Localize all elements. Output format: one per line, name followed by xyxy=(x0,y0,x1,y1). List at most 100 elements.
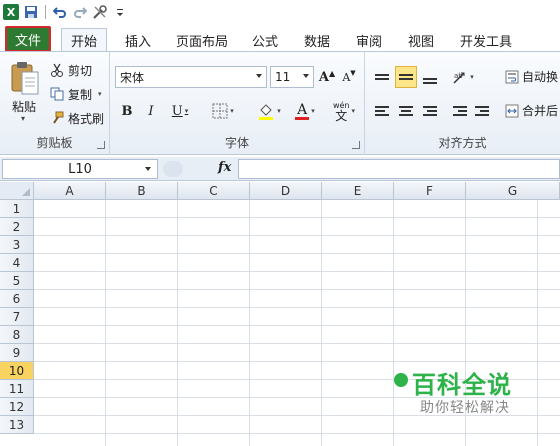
column-header[interactable]: E xyxy=(322,182,394,200)
row-header[interactable]: 3 xyxy=(0,236,34,254)
tab-formulas[interactable]: 公式 xyxy=(246,28,284,52)
paste-dropdown-icon[interactable]: ▾ xyxy=(21,114,25,123)
chevron-down-icon: ▾ xyxy=(351,107,356,115)
row-header[interactable]: 7 xyxy=(0,308,34,326)
clipboard-launcher-icon[interactable] xyxy=(97,141,105,149)
align-left-button[interactable] xyxy=(371,100,393,122)
grid-line xyxy=(34,253,560,254)
grid-line xyxy=(34,433,560,434)
text-orientation-icon: ab xyxy=(453,72,465,84)
tab-page-layout[interactable]: 页面布局 xyxy=(170,28,234,52)
font-color-swatch xyxy=(295,116,310,120)
undo-icon[interactable] xyxy=(52,4,68,20)
row-header[interactable]: 5 xyxy=(0,272,34,290)
copy-label: 复制 xyxy=(68,87,93,102)
column-header[interactable]: C xyxy=(178,182,250,200)
cut-label: 剪切 xyxy=(68,63,93,78)
grid-line xyxy=(34,271,560,272)
fill-color-button[interactable]: ▾ xyxy=(252,100,286,122)
copy-button[interactable]: 复制 ▾ xyxy=(50,84,102,104)
insert-function-button[interactable]: fx xyxy=(218,160,231,175)
font-size-select[interactable]: 11 xyxy=(270,66,314,88)
increase-indent-button[interactable] xyxy=(471,100,493,122)
row-header[interactable]: 9 xyxy=(0,344,34,362)
row-header[interactable]: 13 xyxy=(0,416,34,434)
column-header[interactable]: F xyxy=(394,182,466,200)
alignment-group: ab ▾ 自动换 合并后 对齐方式 xyxy=(365,52,560,155)
column-header[interactable]: A xyxy=(34,182,106,200)
watermark: 百科全说 助你轻松解决 xyxy=(392,355,552,423)
tab-data[interactable]: 数据 xyxy=(298,28,336,52)
grow-font-button[interactable]: A ▲ xyxy=(318,66,336,88)
ribbon-tabs: 文件 开始 插入 页面布局 公式 数据 审阅 视图 开发工具 xyxy=(0,24,560,52)
chevron-down-icon xyxy=(303,74,309,78)
grid-line xyxy=(34,217,560,218)
customize-icon[interactable] xyxy=(112,4,128,20)
font-name-select[interactable]: 宋体 xyxy=(115,66,267,88)
row-header[interactable]: 12 xyxy=(0,398,34,416)
redo-icon[interactable] xyxy=(72,4,88,20)
wrap-text-label: 自动换 xyxy=(522,70,559,84)
orientation-button[interactable]: ab ▾ xyxy=(449,66,477,88)
underline-button[interactable]: U ▾ xyxy=(166,100,194,122)
merge-center-button[interactable]: 合并后 xyxy=(505,102,558,119)
merge-cells-icon xyxy=(505,104,519,117)
row-header[interactable]: 8 xyxy=(0,326,34,344)
bold-button[interactable]: B xyxy=(118,100,136,122)
phonetic-button[interactable]: wén 文 ▾ xyxy=(328,100,360,122)
italic-button[interactable]: I xyxy=(142,100,160,122)
column-header[interactable]: D xyxy=(250,182,322,200)
select-all-corner[interactable] xyxy=(0,182,34,200)
tab-developer[interactable]: 开发工具 xyxy=(454,28,518,52)
wrap-text-icon xyxy=(505,70,519,83)
grid-line xyxy=(177,200,178,446)
align-bottom-button[interactable] xyxy=(419,70,441,92)
font-group: 宋体 11 A ▲ A ▼ B I U ▾ ▾ ▾ A ▾ wén 文 ▾ 字体 xyxy=(110,52,365,155)
formula-input[interactable] xyxy=(238,159,560,179)
save-icon[interactable] xyxy=(23,4,39,20)
font-launcher-icon[interactable] xyxy=(352,141,360,149)
align-middle-button[interactable] xyxy=(395,66,417,88)
watermark-title: 百科全说 xyxy=(412,371,512,399)
align-center-button[interactable] xyxy=(395,100,417,122)
wrap-text-button[interactable]: 自动换 xyxy=(505,68,558,85)
svg-text:ab: ab xyxy=(454,72,463,80)
tab-view[interactable]: 视图 xyxy=(402,28,440,52)
grid-line xyxy=(34,235,560,236)
borders-button[interactable]: ▾ xyxy=(206,100,240,122)
column-header[interactable]: G xyxy=(466,182,560,200)
excel-app-icon[interactable]: X xyxy=(3,4,19,20)
row-header[interactable]: 1 xyxy=(0,200,34,218)
paste-icon[interactable] xyxy=(10,60,40,96)
tab-insert[interactable]: 插入 xyxy=(118,28,158,52)
tab-file[interactable]: 文件 xyxy=(5,26,51,52)
formula-bar-resize-handle[interactable] xyxy=(163,161,183,177)
paste-button[interactable]: 粘贴 xyxy=(12,98,36,115)
row-header[interactable]: 11 xyxy=(0,380,34,398)
cut-button[interactable]: 剪切 xyxy=(50,60,92,80)
column-header[interactable]: B xyxy=(106,182,178,200)
row-header[interactable]: 4 xyxy=(0,254,34,272)
chevron-down-icon: ▾ xyxy=(184,107,189,115)
grid-line xyxy=(249,200,250,446)
shrink-font-label: A xyxy=(342,70,351,84)
shrink-font-button[interactable]: A ▼ xyxy=(340,66,358,88)
tools-icon[interactable] xyxy=(92,4,108,20)
format-painter-button[interactable]: 格式刷 xyxy=(50,108,104,128)
name-box[interactable]: L10 xyxy=(2,159,158,179)
align-top-button[interactable] xyxy=(371,66,393,88)
row-header[interactable]: 2 xyxy=(0,218,34,236)
clipboard-group-label: 剪贴板 xyxy=(36,136,73,150)
copy-dropdown-icon[interactable]: ▾ xyxy=(98,90,102,98)
font-color-button[interactable]: A ▾ xyxy=(288,100,322,122)
row-header[interactable]: 6 xyxy=(0,290,34,308)
formula-bar: L10 fx xyxy=(0,157,560,181)
font-color-letter: A xyxy=(297,101,308,118)
decrease-indent-button[interactable] xyxy=(449,100,471,122)
align-right-button[interactable] xyxy=(419,100,441,122)
grid-line xyxy=(34,307,560,308)
fill-bucket-icon xyxy=(259,104,274,120)
tab-home[interactable]: 开始 xyxy=(61,28,107,52)
tab-review[interactable]: 审阅 xyxy=(350,28,388,52)
row-header[interactable]: 10 xyxy=(0,362,34,380)
